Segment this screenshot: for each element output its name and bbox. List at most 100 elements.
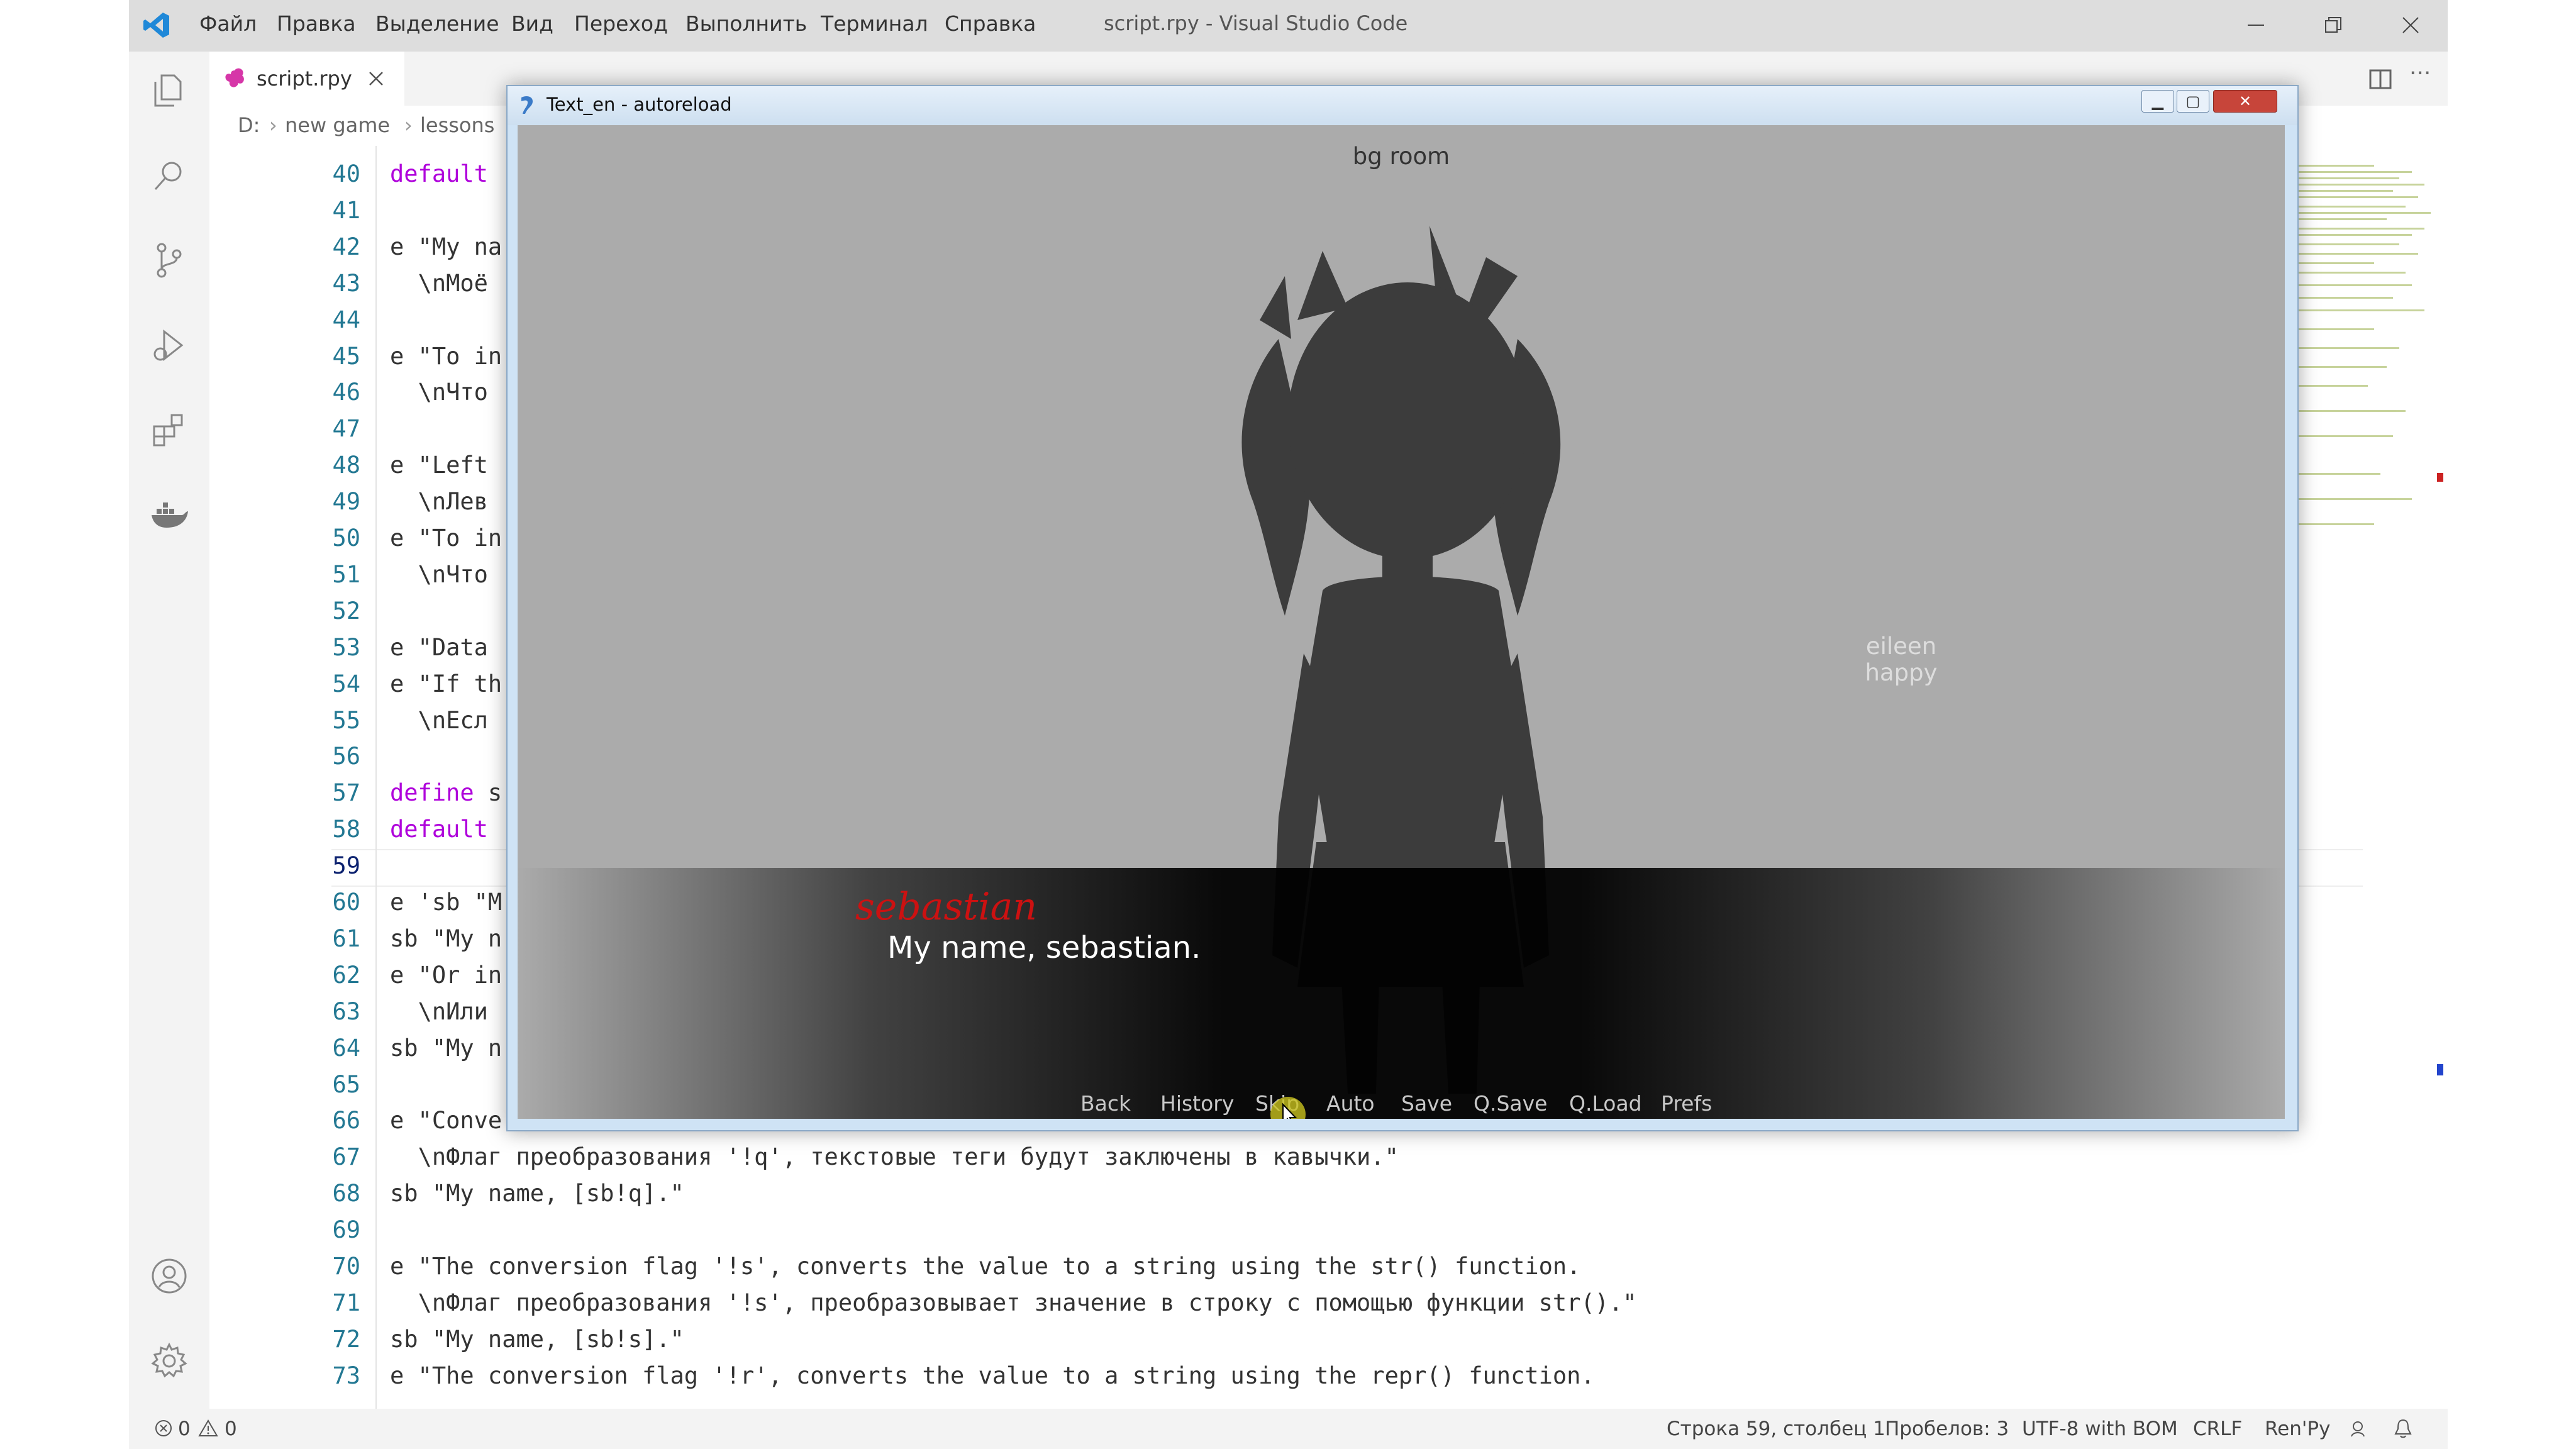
search-icon: [154, 162, 182, 190]
minimize-button[interactable]: [2224, 5, 2287, 45]
close-tab-icon[interactable]: [368, 70, 384, 87]
breadcrumb-folder-lessons[interactable]: lessons: [420, 113, 494, 137]
code-line[interactable]: \nЧто: [390, 379, 488, 406]
code-line[interactable]: \nИли: [390, 998, 488, 1025]
warning-icon[interactable]: [198, 1419, 218, 1438]
docker-button[interactable]: [143, 489, 196, 541]
indentation[interactable]: Пробелов: 3: [1885, 1418, 2009, 1440]
chevron-right-icon: ›: [269, 113, 277, 137]
renpy-maximize-button[interactable]: ▢: [2177, 90, 2209, 113]
renpy-file-icon: [225, 68, 244, 87]
code-line[interactable]: e "If th: [390, 670, 502, 697]
scene-label: bg room: [1352, 143, 1450, 170]
line-number: 57: [332, 779, 360, 807]
line-number: 47: [332, 415, 360, 443]
error-icon[interactable]: [154, 1419, 173, 1438]
line-number: 52: [332, 597, 360, 625]
settings-button[interactable]: [143, 1335, 196, 1387]
code-line[interactable]: \nФлаг преобразования '!s', преобразовыв…: [390, 1289, 1637, 1316]
line-number: 55: [332, 706, 360, 734]
status-bar: 0 0 Строка 59, столбец 1 Пробелов: 3 UTF…: [129, 1409, 2448, 1449]
menu-view[interactable]: Вид: [511, 11, 553, 36]
line-number: 56: [332, 743, 360, 770]
dialogue-text: My name, sebastian.: [887, 930, 1201, 965]
encoding[interactable]: UTF-8 with BOM: [2022, 1418, 2178, 1440]
window-title: script.rpy - Visual Studio Code: [1104, 11, 1408, 35]
quick-menu-qload[interactable]: Q.Load: [1569, 1091, 1642, 1116]
title-bar: Файл Правка Выделение Вид Переход Выполн…: [129, 0, 2448, 52]
tab-script-rpy[interactable]: script.rpy: [209, 52, 404, 106]
end-of-line[interactable]: CRLF: [2193, 1418, 2242, 1440]
quick-menu-auto[interactable]: Auto: [1326, 1091, 1375, 1116]
renpy-minimize-button[interactable]: ▁: [2141, 90, 2174, 113]
code-line[interactable]: sb "My n: [390, 925, 502, 952]
quick-menu-qsave[interactable]: Q.Save: [1474, 1091, 1547, 1116]
menu-file[interactable]: Файл: [199, 11, 257, 36]
code-line[interactable]: \nЧто: [390, 561, 488, 588]
code-line[interactable]: e "To in: [390, 343, 502, 370]
line-number: 61: [332, 924, 360, 952]
explorer-button[interactable]: [143, 64, 196, 117]
code-line[interactable]: e "My na: [390, 233, 502, 260]
code-line[interactable]: define s: [390, 779, 502, 806]
line-number: 48: [332, 452, 360, 479]
quick-menu-prefs[interactable]: Prefs: [1661, 1091, 1712, 1116]
close-window-button[interactable]: [2379, 5, 2442, 45]
dialogue-box[interactable]: [518, 868, 2285, 1119]
code-line[interactable]: default: [390, 160, 502, 187]
menu-run[interactable]: Выполнить: [686, 11, 807, 36]
menu-selection[interactable]: Выделение: [375, 11, 499, 36]
code-line[interactable]: e "The conversion flag '!s', converts th…: [390, 1253, 1580, 1280]
menu-help[interactable]: Справка: [945, 11, 1036, 36]
more-icon[interactable]: ···: [2409, 60, 2431, 86]
menu-go[interactable]: Переход: [574, 11, 668, 36]
code-line[interactable]: e "Data: [390, 634, 502, 661]
menu-terminal[interactable]: Терминал: [821, 11, 928, 36]
code-line[interactable]: default: [390, 816, 502, 843]
extensions-button[interactable]: [143, 404, 196, 457]
notifications-icon[interactable]: [2393, 1418, 2413, 1439]
code-line[interactable]: sb "My name, [sb!q].": [390, 1180, 684, 1207]
code-line[interactable]: e "Or in: [390, 962, 502, 989]
activity-bar: [129, 52, 209, 1409]
line-number: 72: [332, 1325, 360, 1353]
run-debug-button[interactable]: [143, 319, 196, 372]
code-line[interactable]: \nМоё: [390, 270, 488, 297]
minimap[interactable]: [2292, 146, 2443, 1409]
extensions-icon: [153, 414, 183, 447]
source-control-button[interactable]: [143, 234, 196, 287]
code-line[interactable]: e "The conversion flag '!r', converts th…: [390, 1362, 1595, 1389]
account-icon: [152, 1258, 187, 1294]
code-line[interactable]: e 'sb "M: [390, 889, 502, 916]
code-line[interactable]: e "To in: [390, 525, 502, 552]
renpy-title-bar: Text_en - autoreload ▁ ▢ ✕: [508, 86, 2297, 125]
character-expression-label: happy: [1865, 659, 1938, 686]
code-line[interactable]: \nЛев: [390, 488, 488, 515]
line-number: 65: [332, 1070, 360, 1098]
explorer-icon: [154, 74, 182, 107]
menu-edit[interactable]: Правка: [277, 11, 356, 36]
search-button[interactable]: [143, 149, 196, 202]
breadcrumb-drive[interactable]: D:: [238, 113, 260, 137]
game-scene[interactable]: bg room eileen happy sebastian My name, …: [518, 125, 2285, 1119]
warning-count[interactable]: 0: [225, 1418, 237, 1440]
quick-menu-back[interactable]: Back: [1080, 1091, 1131, 1116]
quick-menu-history[interactable]: History: [1160, 1091, 1234, 1116]
feedback-icon[interactable]: [2349, 1419, 2369, 1439]
split-editor-icon[interactable]: [2368, 67, 2393, 92]
code-line[interactable]: sb "My name, [sb!s].": [390, 1326, 684, 1353]
code-line[interactable]: \nЕсл: [390, 707, 488, 734]
restore-button[interactable]: [2302, 5, 2365, 45]
breadcrumb-folder-new-game[interactable]: new game: [285, 113, 390, 137]
code-line[interactable]: sb "My n: [390, 1035, 502, 1062]
account-button[interactable]: [143, 1250, 196, 1302]
error-count[interactable]: 0: [178, 1418, 191, 1440]
quick-menu-save[interactable]: Save: [1401, 1091, 1452, 1116]
cursor-position[interactable]: Строка 59, столбец 1: [1667, 1418, 1885, 1440]
line-number: 54: [332, 670, 360, 697]
code-line[interactable]: e "Conve: [390, 1107, 502, 1134]
renpy-close-button[interactable]: ✕: [2213, 90, 2277, 113]
code-line[interactable]: e "Left: [390, 452, 502, 479]
code-line[interactable]: \nФлаг преобразования '!q', текстовые те…: [390, 1143, 1399, 1170]
language-mode[interactable]: Ren'Py: [2265, 1418, 2330, 1440]
